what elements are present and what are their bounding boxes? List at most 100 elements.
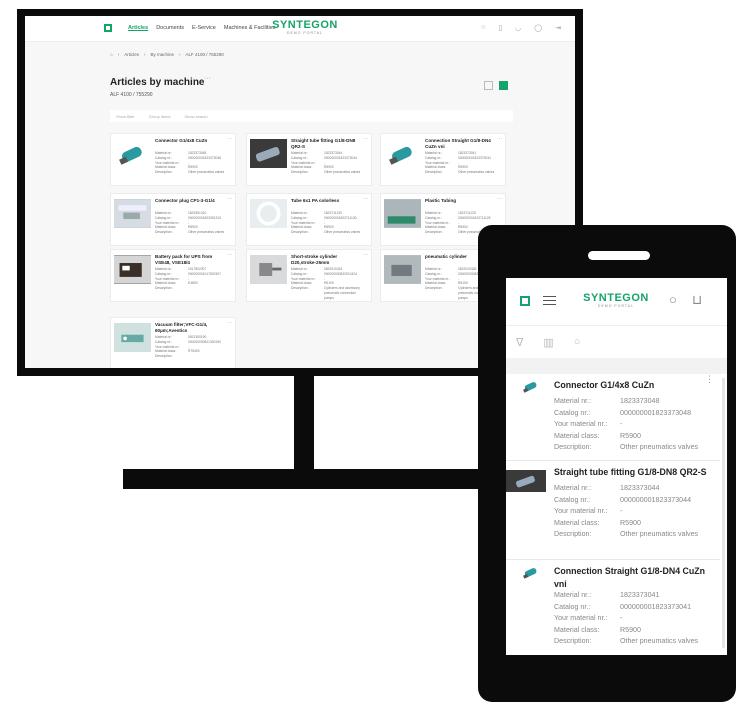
catalog-row: Catalog nr.: 000000001823373044 <box>554 496 691 504</box>
scrollbar[interactable] <box>722 378 725 648</box>
article-details: Material nr.: 1017802307 Catalog nr.: 00000… <box>155 267 228 291</box>
monitor-stand-base <box>123 469 479 489</box>
article-thumbnail[interactable] <box>520 563 542 581</box>
clipboard-icon[interactable]: ▯ <box>498 24 502 32</box>
list-view-icon[interactable] <box>484 81 493 90</box>
app-logo-icon[interactable] <box>520 296 530 306</box>
article-details: Material nr.: 0821300190 Catalog nr.: 00000… <box>155 335 228 359</box>
cart-icon[interactable]: ⊔ <box>692 292 702 308</box>
more-options-icon[interactable]: ⋮ <box>705 374 714 385</box>
more-options-icon[interactable]: ··· <box>363 136 368 142</box>
article-card[interactable]: Tube 6x1 PA colorless ··· Material nr.: 182… <box>246 193 372 246</box>
catalog-value: 000000000822010424 <box>324 271 358 276</box>
class-value: R5900 <box>620 518 641 527</box>
article-title[interactable]: Connector G1/4x8 CuZn <box>155 138 225 144</box>
description-value: Other pneumatics valves <box>188 230 225 235</box>
catalog-label: Catalog nr.: <box>554 602 591 611</box>
article-thumbnail[interactable] <box>114 139 151 168</box>
search-icon[interactable]: ○ <box>481 24 485 32</box>
article-thumbnail[interactable] <box>384 199 421 228</box>
article-thumbnail[interactable] <box>506 470 546 492</box>
article-title[interactable]: Plastic Tubing <box>425 198 495 204</box>
article-card[interactable]: Vacuum filter;VFC-G1/4, 60µm;Aventics ···… <box>110 317 236 368</box>
article-title[interactable]: Straight tube fitting G1/8-DN8 QR2-S <box>291 138 361 149</box>
article-thumbnail[interactable] <box>114 323 151 352</box>
show-search-toggle[interactable]: Show search <box>184 114 207 119</box>
article-details: Material nr.: 1823373044 Catalog nr.: 00000… <box>291 151 364 175</box>
article-thumbnail[interactable] <box>384 255 421 284</box>
article-card[interactable]: Straight tube fitting G1/8-DN8 QR2-S ··· M… <box>246 133 372 186</box>
article-thumbnail[interactable] <box>114 255 151 284</box>
description-label: Description: <box>155 354 173 359</box>
breadcrumb-articles[interactable]: Articles <box>124 52 139 57</box>
user-icon[interactable]: ◯ <box>534 24 542 32</box>
home-icon[interactable]: ⌂ <box>110 52 113 57</box>
brand-logo[interactable]: SYNTEGON DEMO PORTAL <box>265 19 345 35</box>
article-title[interactable]: Connector plug CP1-3-G1/4 <box>155 198 225 204</box>
logout-icon[interactable]: ⇥ <box>555 24 561 32</box>
article-card[interactable]: Battery pack for UPS from VSE48, VSE18/4… <box>110 249 236 302</box>
article-card[interactable]: Connector G1/4x8 CuZn ··· Material nr.: 182… <box>110 133 236 186</box>
your-material-row: Your material nr.: - <box>554 420 622 428</box>
article-title[interactable]: Straight tube fitting G1/8-DN8 QR2-S <box>554 466 718 479</box>
article-card[interactable]: Short-stroke cylinder D20,stroke-25mm ···… <box>246 249 372 302</box>
more-options-icon[interactable]: ··· <box>227 196 232 202</box>
article-details: Material nr.: 1823351310 Catalog nr.: 00000… <box>155 211 228 235</box>
nav-articles[interactable]: Articles <box>128 25 148 31</box>
show-filter-toggle[interactable]: Show filter <box>116 114 135 119</box>
app-logo-icon[interactable] <box>104 24 112 32</box>
search-icon[interactable]: ○ <box>574 336 581 348</box>
search-icon[interactable]: ○ <box>669 292 677 307</box>
article-thumbnail[interactable] <box>250 139 287 168</box>
header-icons: ○ ▯ ◡ ◯ ⇥ <box>481 24 561 32</box>
title-menu-icon[interactable]: ··· <box>204 75 211 82</box>
description-row: Description: Other pneumatics valves <box>554 530 698 538</box>
article-title[interactable]: Connection Straight G1/8-DN4 CuZn vni <box>425 138 495 149</box>
article-card[interactable]: Straight tube fitting G1/8-DN8 QR2-S Mate… <box>506 461 720 560</box>
filter-bar: Show filter Group items Show search <box>110 110 513 122</box>
more-options-icon[interactable]: ··· <box>227 252 232 258</box>
article-title[interactable]: Battery pack for UPS from VSE48, VSE18/4 <box>155 254 225 265</box>
more-options-icon[interactable]: ··· <box>227 320 232 326</box>
article-thumbnail[interactable] <box>114 199 151 228</box>
page-title: Articles by machine <box>110 77 205 88</box>
article-thumbnail[interactable] <box>384 139 421 168</box>
article-title[interactable]: Tube 6x1 PA colorless <box>291 198 361 204</box>
article-card[interactable]: Connection Straight G1/8-DN4 CuZn vni Mat… <box>506 560 720 655</box>
class-value: R5900 <box>620 431 641 440</box>
more-options-icon[interactable]: ··· <box>227 136 232 142</box>
your-material-value: - <box>620 420 623 428</box>
article-title[interactable]: Connector G1/4x8 CuZn <box>554 379 718 392</box>
article-card[interactable]: Connector plug CP1-3-G1/4 ··· Material nr.… <box>110 193 236 246</box>
more-options-icon[interactable]: ··· <box>363 252 368 258</box>
article-card[interactable]: Connector G1/4x8 CuZn ⋮ Material nr.: 18233… <box>506 374 720 461</box>
group-items-toggle[interactable]: Group items <box>149 114 171 119</box>
grid-view-icon[interactable] <box>499 81 508 90</box>
article-thumbnail[interactable] <box>250 255 287 284</box>
more-options-icon[interactable]: ··· <box>363 196 368 202</box>
nav-documents[interactable]: Documents <box>156 25 184 31</box>
article-title[interactable]: Connection Straight G1/8-DN4 CuZn vni <box>554 565 718 591</box>
description-value: Other pneumatics valves <box>620 637 699 645</box>
page-subtitle: ALF 4100 / 755290 <box>110 92 153 98</box>
filter-icon[interactable]: ∇ <box>516 336 523 349</box>
description-label: Description: <box>425 170 443 175</box>
cart-icon[interactable]: ◡ <box>515 24 521 32</box>
breadcrumb-by-machine[interactable]: By machine <box>150 52 174 57</box>
article-title[interactable]: Short-stroke cylinder D20,stroke-25mm <box>291 254 361 265</box>
more-options-icon[interactable]: ··· <box>497 136 502 142</box>
article-card[interactable]: Connection Straight G1/8-DN4 CuZn vni ···… <box>380 133 506 186</box>
brand-logo[interactable]: SYNTEGON DEMO PORTAL <box>576 292 656 308</box>
article-title[interactable]: Vacuum filter;VFC-G1/4, 60µm;Aventics <box>155 322 225 333</box>
catalog-value: 000000001823373041 <box>620 602 692 611</box>
description-label: Description: <box>291 170 309 175</box>
brand-sub: DEMO PORTAL <box>286 31 324 35</box>
more-options-icon[interactable]: ··· <box>497 196 502 202</box>
class-value: R5900 <box>620 625 641 634</box>
description-value: Other pneumatics valves <box>458 170 495 175</box>
article-thumbnail[interactable] <box>250 199 287 228</box>
hamburger-menu-icon[interactable] <box>543 296 556 305</box>
article-thumbnail[interactable] <box>520 377 542 395</box>
nav-e-service[interactable]: E-Service <box>192 25 216 31</box>
group-icon[interactable]: ▥ <box>543 336 553 349</box>
